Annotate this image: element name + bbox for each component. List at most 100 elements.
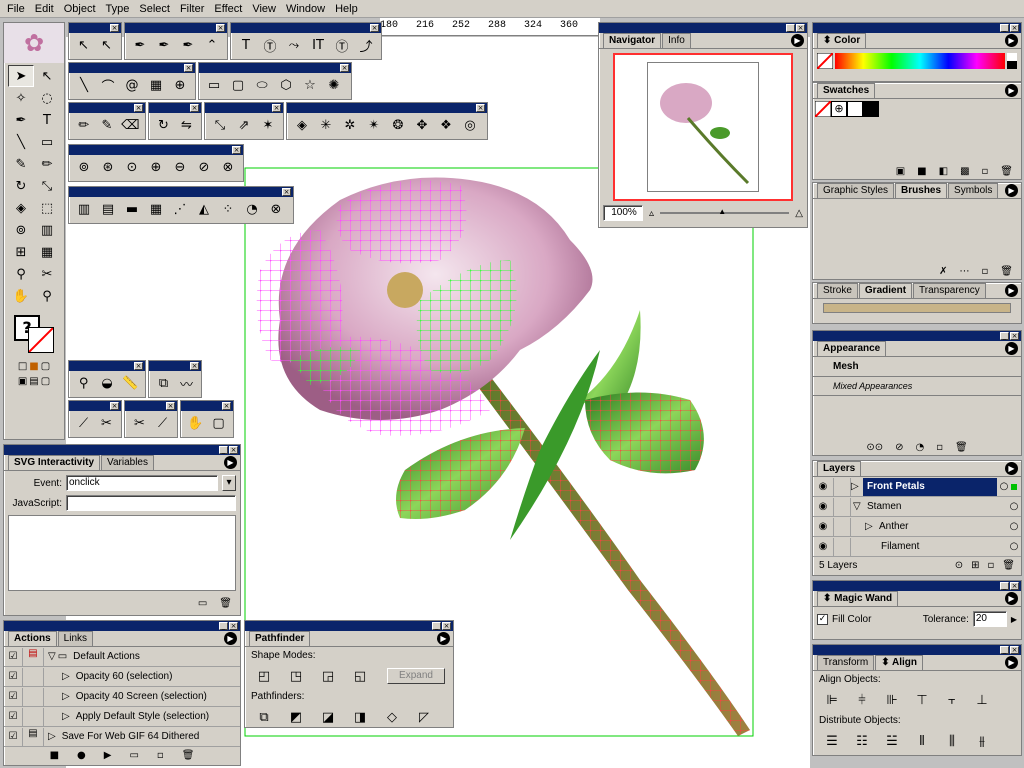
none-swatch-icon[interactable] (817, 53, 833, 69)
rectangular-grid-icon[interactable]: ▦ (145, 75, 167, 95)
vertical-path-type-icon[interactable]: ⤴ (355, 35, 377, 55)
scallop-icon[interactable]: ❂ (387, 115, 409, 135)
flare-icon[interactable]: ✺ (323, 75, 345, 95)
layer-name[interactable]: Anther (875, 521, 1007, 532)
new-brush-icon[interactable]: ▫ (982, 266, 989, 277)
minimize-icon[interactable]: _ (786, 24, 795, 32)
menu-help[interactable]: Help (330, 0, 363, 18)
close-icon[interactable]: × (1010, 332, 1019, 340)
toggle-item-checkbox[interactable]: ☑ (4, 651, 22, 662)
zoom-slider-thumb-icon[interactable]: ▲ (718, 207, 726, 216)
menu-edit[interactable]: Edit (30, 0, 59, 18)
dialog-toggle[interactable] (22, 687, 44, 706)
tab-layers[interactable]: Layers (817, 461, 862, 476)
area-type-icon[interactable]: Ⓣ (259, 35, 281, 55)
line-segment-icon[interactable]: ╲ (73, 75, 95, 95)
clear-appearance-icon[interactable]: ⊘ (895, 442, 903, 453)
appearance-item[interactable]: Mesh (813, 357, 1021, 377)
align-bottom-icon[interactable]: ⊥ (971, 690, 993, 710)
close-icon[interactable]: × (134, 104, 143, 112)
zoom-out-icon[interactable]: ▵ (649, 208, 654, 219)
expand-triangle-icon[interactable]: ▷ (44, 671, 70, 682)
close-icon[interactable]: × (1010, 24, 1019, 32)
hand-icon[interactable]: ✋ (185, 413, 206, 433)
close-icon[interactable]: × (190, 104, 199, 112)
shear-icon[interactable]: ⇗ (233, 115, 255, 135)
zoom-slider[interactable]: ▲ (660, 207, 790, 216)
dialog-toggle[interactable] (22, 667, 44, 686)
outline-icon[interactable]: ◇ (381, 707, 403, 727)
distribute-horizontal-center-icon[interactable]: ⫼ (941, 731, 963, 751)
rotate-tool-icon[interactable]: ↻ (8, 175, 34, 197)
panel-menu-icon[interactable]: ▶ (1005, 184, 1018, 197)
stroke-swatch-icon[interactable] (28, 327, 54, 353)
menu-file[interactable]: File (2, 0, 30, 18)
close-icon[interactable]: × (166, 402, 175, 410)
target-circle-icon[interactable]: ○ (1007, 541, 1021, 552)
tab-actions[interactable]: Actions (8, 631, 57, 646)
bloat-icon[interactable]: ✴ (363, 115, 385, 135)
add-anchor-icon[interactable]: ✒ (153, 35, 175, 55)
screen-mode-standard-icon[interactable]: ▣ (18, 376, 27, 387)
merge-icon[interactable]: ◪ (317, 707, 339, 727)
scissors-tool-icon[interactable]: ✂ (34, 263, 60, 285)
area-graph-icon[interactable]: ◭ (193, 199, 215, 219)
scale-tool-icon[interactable]: ⤡ (34, 175, 60, 197)
begin-recording-icon[interactable]: ● (77, 750, 86, 761)
black-white-ramp[interactable] (1007, 53, 1017, 69)
close-icon[interactable]: × (476, 104, 485, 112)
graph-tool-icon[interactable]: ▥ (34, 219, 60, 241)
target-circle-icon[interactable]: ○ (1007, 521, 1021, 532)
auto-trace-icon[interactable]: 〰 (176, 373, 197, 393)
lock-toggle[interactable] (833, 477, 851, 496)
collapse-triangle-icon[interactable]: ▽ (44, 651, 56, 662)
distribute-top-icon[interactable]: ☰ (821, 731, 843, 751)
paint-bucket-icon[interactable]: ◒ (96, 373, 117, 393)
show-color-swatches-icon[interactable]: ■ (917, 166, 926, 177)
zoom-level-field[interactable]: 100% (603, 205, 643, 221)
tab-magic-wand[interactable]: ⬍ Magic Wand (817, 591, 899, 606)
dialog-toggle-icon[interactable]: ▤ (22, 647, 44, 666)
align-left-icon[interactable]: ⊫ (821, 690, 843, 710)
close-icon[interactable]: × (370, 24, 379, 32)
layer-name[interactable]: Stamen (863, 501, 1007, 512)
tab-align[interactable]: ⬍ Align (875, 655, 923, 670)
layer-row[interactable]: ◉ ▷ Front Petals ○ (813, 477, 1021, 497)
remove-brush-stroke-icon[interactable]: ✗ (939, 266, 947, 277)
vertical-area-type-icon[interactable]: Ⓣ (331, 35, 353, 55)
tab-appearance[interactable]: Appearance (817, 341, 887, 356)
layer-row[interactable]: ◉ ▽ Stamen ○ (813, 497, 1021, 517)
direct-selection-tool-icon[interactable]: ↖ (34, 65, 60, 87)
distribute-right-icon[interactable]: ⫵ (971, 731, 993, 751)
symbol-shift-icon[interactable]: ⊛ (97, 157, 119, 177)
visibility-eye-icon[interactable]: ◉ (813, 501, 833, 512)
add-to-shape-area-icon[interactable]: ◰ (253, 666, 275, 686)
align-top-icon[interactable]: ⊤ (911, 690, 933, 710)
polygon-icon[interactable]: ⬡ (275, 75, 297, 95)
swatch-white[interactable] (847, 101, 863, 117)
color-spectrum[interactable] (835, 53, 1005, 69)
knife-icon[interactable]: ✂ (96, 413, 117, 433)
menu-object[interactable]: Object (59, 0, 101, 18)
screen-mode-full-menu-icon[interactable]: ▤ (29, 376, 38, 387)
close-icon[interactable]: × (272, 104, 281, 112)
line-graph-icon[interactable]: ⋰ (169, 199, 191, 219)
ellipse-icon[interactable]: ⬭ (251, 75, 273, 95)
crystallize-icon[interactable]: ✥ (411, 115, 433, 135)
new-swatch-icon[interactable]: ▫ (982, 166, 989, 177)
tab-stroke[interactable]: Stroke (817, 283, 858, 298)
pencil-tool-icon[interactable]: ✏ (34, 153, 60, 175)
panel-menu-icon[interactable]: ▶ (1005, 342, 1018, 355)
tab-svg-interactivity[interactable]: SVG Interactivity (8, 455, 101, 470)
rotate-icon[interactable]: ↻ (153, 115, 174, 135)
event-list[interactable] (8, 515, 236, 591)
new-sublayer-icon[interactable]: ⊞ (971, 560, 979, 571)
tab-swatches[interactable]: Swatches (817, 83, 876, 98)
minus-back-icon[interactable]: ◸ (413, 707, 435, 727)
close-icon[interactable]: × (232, 146, 241, 154)
close-icon[interactable]: × (184, 64, 193, 72)
direct-select-icon[interactable]: ↖ (73, 35, 94, 55)
symbol-sprayer-tool-icon[interactable]: ⊚ (8, 219, 34, 241)
minimize-icon[interactable]: _ (1000, 332, 1009, 340)
panel-menu-icon[interactable]: ▶ (1005, 284, 1018, 297)
